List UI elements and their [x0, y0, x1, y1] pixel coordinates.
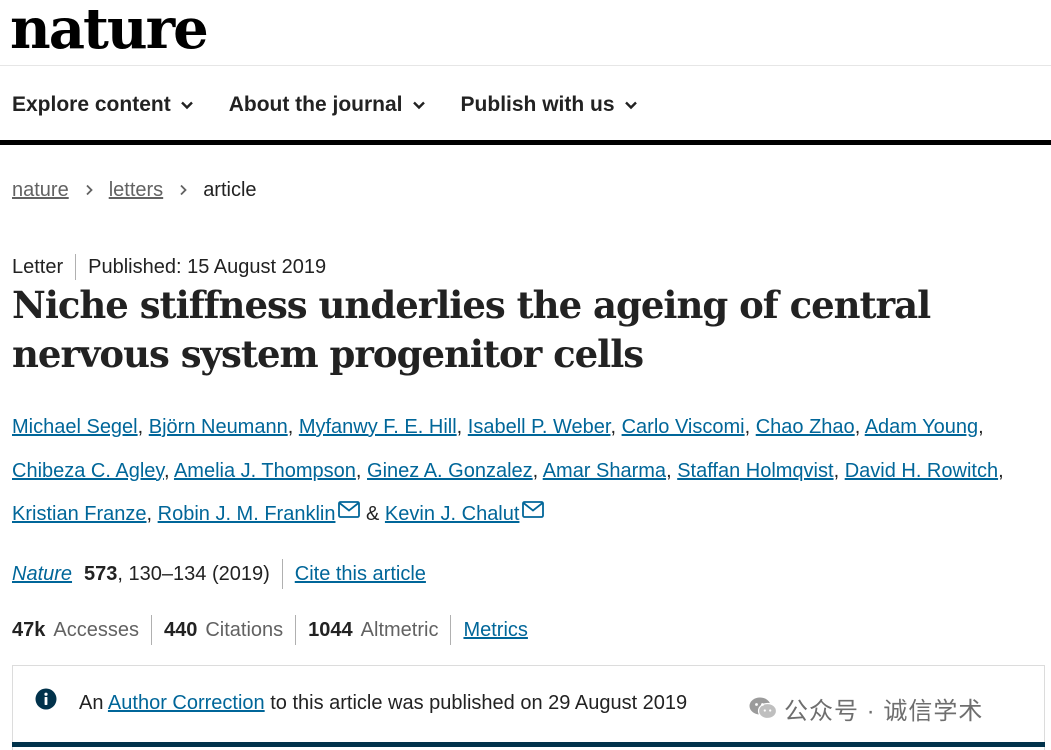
metrics-line: 47k Accesses 440 Citations 1044 Altmetri…	[12, 615, 528, 645]
author-link[interactable]: Amar Sharma	[543, 460, 666, 482]
chevron-right-icon	[86, 184, 93, 196]
author-link[interactable]: David H. Rowitch	[845, 460, 998, 482]
author-link[interactable]: Chibeza C. Agley	[12, 460, 164, 482]
author-link[interactable]: Robin J. M. Franklin	[158, 503, 336, 525]
author-separator: ,	[666, 459, 678, 482]
author-link[interactable]: Ginez A. Gonzalez	[367, 460, 533, 482]
meta-divider	[75, 254, 77, 280]
author-separator: ,	[146, 503, 158, 525]
author-separator: ,	[355, 459, 368, 482]
wechat-icon	[749, 697, 778, 720]
cite-this-article-link[interactable]: Cite this article	[295, 563, 426, 586]
nav-publish-with-us-label: Publish with us	[460, 93, 615, 116]
author-separator: ,	[137, 416, 149, 438]
author-link[interactable]: Carlo Viscomi	[622, 416, 745, 438]
breadcrumb-nature[interactable]: nature	[12, 179, 69, 202]
notice-prefix: An	[79, 692, 108, 714]
author-link[interactable]: Myfanwy F. E. Hill	[299, 416, 457, 438]
author-and: &	[360, 503, 385, 525]
volume: 573	[84, 562, 118, 585]
email-icon[interactable]	[522, 501, 545, 518]
article-type: Letter	[12, 255, 64, 278]
nav-underline-bar	[0, 140, 1051, 145]
notice-suffix: to this article was published on 29 Augu…	[264, 692, 688, 714]
author-separator: ,	[998, 459, 1004, 482]
breadcrumb-current: article	[203, 178, 257, 201]
email-icon[interactable]	[338, 501, 361, 518]
notice-text: An Author Correction to this article was…	[79, 692, 687, 715]
chevron-right-icon	[180, 184, 187, 196]
nav-explore-content-label: Explore content	[12, 93, 171, 116]
journal-link[interactable]: Nature	[12, 563, 72, 586]
header-divider	[0, 65, 1051, 66]
altmetric-score: 1044	[308, 618, 353, 641]
author-link[interactable]: Kristian Franze	[12, 503, 147, 525]
author-separator: ,	[287, 416, 299, 438]
metrics-link[interactable]: Metrics	[463, 619, 527, 642]
page: nature Explore content About the journal…	[0, 0, 1051, 750]
author-link[interactable]: Chao Zhao	[756, 416, 855, 438]
author-link[interactable]: Isabell P. Weber	[468, 416, 611, 438]
author-separator: ,	[854, 416, 865, 438]
notice-bottom-bar	[12, 742, 1045, 747]
metrics-divider	[450, 615, 452, 645]
chevron-down-icon	[412, 101, 425, 110]
author-link[interactable]: Björn Neumann	[149, 416, 288, 438]
author-separator: ,	[532, 459, 543, 482]
article-title: Niche stiffness underlies the ageing of …	[12, 283, 931, 376]
accesses-label: Accesses	[53, 618, 139, 641]
watermark-text: 公众号 · 诚信学术	[784, 697, 984, 725]
altmetric-label: Altmetric	[360, 618, 439, 641]
accesses-count: 47k	[12, 618, 46, 641]
nature-logo[interactable]: nature	[10, 0, 209, 64]
author-separator: ,	[833, 459, 845, 482]
metrics-divider	[150, 615, 152, 645]
author-separator: ,	[978, 416, 984, 438]
citation-divider	[281, 559, 283, 589]
watermark: 公众号 · 诚信学术	[748, 690, 983, 726]
main-nav: Explore content About the journal Publis…	[12, 88, 673, 122]
author-separator: ,	[610, 416, 622, 438]
nav-publish-with-us[interactable]: Publish with us	[461, 93, 639, 117]
author-separator: ,	[163, 459, 174, 482]
citation-line: Nature 573 , 130–134 (2019) Cite this ar…	[12, 559, 426, 589]
breadcrumb: nature letters article	[12, 175, 257, 205]
author-link[interactable]: Michael Segel	[12, 416, 138, 438]
author-link[interactable]: Adam Young	[865, 416, 978, 438]
citations-label: Citations	[205, 618, 284, 641]
chevron-down-icon	[624, 101, 637, 110]
nav-about-journal[interactable]: About the journal	[229, 93, 427, 117]
author-correction-link[interactable]: Author Correction	[108, 692, 265, 714]
info-icon	[35, 688, 57, 710]
metrics-divider	[295, 615, 297, 645]
nav-explore-content[interactable]: Explore content	[12, 93, 195, 117]
chevron-down-icon	[180, 101, 193, 110]
citations-count: 440	[163, 618, 198, 641]
breadcrumb-letters[interactable]: letters	[109, 179, 163, 202]
author-separator: ,	[456, 416, 468, 438]
author-link[interactable]: Kevin J. Chalut	[385, 503, 520, 525]
author-separator: ,	[744, 416, 756, 438]
author-list: Michael Segel, Björn Neumann, Myfanwy F.…	[12, 406, 1042, 537]
published-date: Published: 15 August 2019	[88, 255, 327, 278]
author-link[interactable]: Staffan Holmqvist	[677, 460, 833, 482]
author-link[interactable]: Amelia J. Thompson	[174, 460, 356, 482]
article-meta: Letter Published: 15 August 2019	[12, 253, 326, 281]
nav-about-journal-label: About the journal	[228, 93, 403, 116]
pages-year: , 130–134 (2019)	[117, 562, 270, 585]
